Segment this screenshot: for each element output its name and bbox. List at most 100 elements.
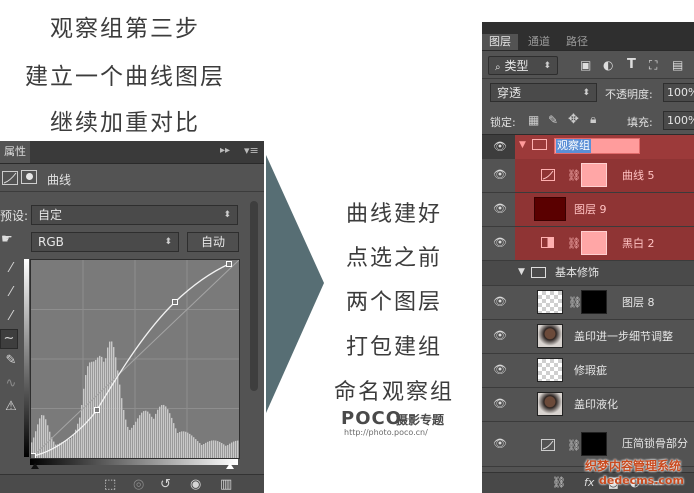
black-point-slider[interactable]: [31, 463, 39, 469]
properties-bottom-bar: ⬚ ◎ ↺ ◉ ▥: [0, 474, 264, 493]
histogram-bar: [69, 439, 71, 458]
channel-dropdown[interactable]: RGB ⬍: [31, 232, 179, 252]
layer-mask-thumbnail[interactable]: [581, 231, 607, 255]
layer-name: 图层 8: [622, 296, 655, 309]
tab-layers[interactable]: 图层: [482, 34, 518, 50]
smooth-icon[interactable]: ∿: [0, 374, 22, 394]
histogram-bar: [221, 443, 223, 458]
trash-icon[interactable]: ▥: [220, 477, 232, 493]
mask-icon[interactable]: [21, 170, 37, 184]
visibility-eye-icon[interactable]: 👁︎: [493, 330, 507, 342]
histogram-bar: [217, 441, 219, 458]
visibility-eye-icon[interactable]: 👁︎: [493, 237, 507, 249]
histogram-bar: [149, 413, 151, 458]
tab-paths[interactable]: 路径: [566, 34, 588, 50]
curve-edit-tool-icon[interactable]: ∼: [0, 329, 18, 349]
layer-thumbnail-transparent[interactable]: [537, 290, 563, 314]
curve-control-point[interactable]: [94, 407, 100, 413]
curve-control-point[interactable]: [172, 299, 178, 305]
auto-button[interactable]: 自动: [187, 232, 239, 252]
visibility-eye-icon[interactable]: 👁︎: [493, 398, 507, 410]
lock-move-icon[interactable]: ✥: [568, 112, 579, 127]
vertical-scrollbar[interactable]: [250, 201, 258, 391]
view-previous-icon[interactable]: ◎: [133, 477, 144, 493]
histogram-bar: [229, 443, 231, 458]
chain-link-icon[interactable]: ⛓︎: [567, 169, 581, 182]
histogram-bar: [61, 442, 63, 458]
layer-name-edit-field[interactable]: 观察组: [554, 138, 640, 154]
filter-smart-icon[interactable]: ▤: [672, 58, 683, 72]
histogram-bar: [215, 440, 217, 458]
layer-filter-dropdown[interactable]: ⌕ 类型 ⬍: [488, 56, 558, 75]
clip-to-layer-icon[interactable]: ⬚: [104, 477, 116, 493]
curve-control-point[interactable]: [31, 453, 36, 459]
curve-line[interactable]: [32, 263, 230, 457]
layer-row-layer-8[interactable]: 👁︎ ⛓︎ 图层 8: [482, 286, 694, 320]
lock-paint-icon[interactable]: ✎: [548, 113, 558, 127]
histogram-bar: [103, 361, 105, 458]
histogram-bar: [235, 440, 237, 458]
visibility-eye-icon[interactable]: 👁︎: [493, 169, 507, 181]
layer-row-liquify-stamp[interactable]: 👁︎ 盖印液化: [482, 388, 694, 422]
group-expand-arrow-icon[interactable]: ▼: [518, 267, 525, 277]
layer-row-bw-2[interactable]: 👁︎ ⛓︎ 黑白 2: [482, 227, 694, 261]
chain-link-icon[interactable]: ⛓︎: [567, 237, 581, 250]
visibility-eye-icon[interactable]: 👁︎: [493, 296, 507, 308]
opacity-field[interactable]: 100%: [663, 83, 694, 102]
lock-all-icon[interactable]: 🔒︎: [590, 112, 596, 127]
preset-dropdown[interactable]: 自定 ⬍: [31, 205, 238, 225]
filter-type-icon[interactable]: T: [627, 57, 636, 72]
chain-link-icon[interactable]: ⛓︎: [568, 296, 582, 309]
layer-mask-thumbnail[interactable]: [581, 432, 607, 456]
histogram-bar: [37, 424, 39, 458]
histogram-bar: [187, 432, 189, 458]
histogram-bar: [143, 411, 145, 458]
chevron-updown-icon: ⬍: [164, 237, 172, 247]
layer-mask-thumbnail[interactable]: [581, 290, 607, 314]
panel-menu-icon[interactable]: ▾≡: [244, 144, 259, 157]
histogram-bar: [87, 366, 89, 458]
white-point-slider[interactable]: [226, 463, 234, 469]
blend-mode-dropdown[interactable]: 穿透 ⬍: [490, 83, 597, 102]
eyedropper-black-icon[interactable]: ⁄: [0, 259, 22, 279]
caption-create-curves: 建立一个曲线图层: [25, 64, 225, 90]
fill-field[interactable]: 100%: [663, 111, 694, 130]
layer-row-group-basic[interactable]: ▼ 基本修饰: [482, 261, 694, 286]
pencil-icon[interactable]: ✎: [0, 351, 22, 371]
chain-link-icon[interactable]: ⛓︎: [567, 439, 581, 452]
lock-transparent-icon[interactable]: ▦: [528, 113, 539, 127]
group-expand-arrow-icon[interactable]: ▼: [519, 140, 526, 150]
histogram-bar: [77, 423, 79, 458]
layer-thumbnail-photo[interactable]: [537, 392, 563, 416]
layer-thumbnail-transparent[interactable]: [537, 358, 563, 382]
layer-mask-thumbnail[interactable]: [581, 163, 607, 187]
layer-row-group-observe[interactable]: 👁︎ ▼ 观察组: [482, 135, 694, 160]
filter-adjustment-icon[interactable]: ◐: [603, 58, 613, 72]
link-layers-icon[interactable]: ⛓︎: [552, 476, 566, 489]
layer-thumbnail-dark-red[interactable]: [534, 197, 566, 221]
layer-row-curves-5[interactable]: 👁︎ ⛓︎ 曲线 5: [482, 159, 694, 193]
layer-row-detail-stamp[interactable]: 👁︎ 盖印进一步细节调整: [482, 320, 694, 354]
curves-graph[interactable]: [30, 259, 240, 459]
visibility-eye-icon[interactable]: 👁︎: [493, 203, 507, 215]
reset-icon[interactable]: ↺: [160, 477, 171, 493]
filter-shape-icon[interactable]: ⛶: [649, 58, 657, 73]
visibility-eye-icon[interactable]: 👁︎: [493, 438, 507, 450]
histogram-bar: [193, 437, 195, 458]
curve-control-point[interactable]: [226, 261, 232, 267]
visibility-eye-icon[interactable]: 👁︎: [493, 364, 507, 376]
warning-icon[interactable]: ⚠: [0, 397, 22, 417]
eyedropper-white-icon[interactable]: ⁄: [0, 307, 22, 327]
layer-thumbnail-photo[interactable]: [537, 324, 563, 348]
layer-row-blemish[interactable]: 👁︎ 修瑕疵: [482, 354, 694, 388]
eyedropper-gray-icon[interactable]: ⁄: [0, 283, 22, 303]
histogram-bar: [65, 440, 67, 458]
collapse-icon[interactable]: ▸▸: [220, 145, 230, 156]
visibility-eye-icon[interactable]: ◉: [190, 477, 201, 493]
filter-pixel-icon[interactable]: ▣: [580, 58, 591, 72]
layer-row-layer-9[interactable]: 👁︎ 图层 9: [482, 193, 694, 227]
tab-properties[interactable]: 属性: [0, 141, 30, 163]
tab-channels[interactable]: 通道: [528, 34, 550, 50]
hand-tool-icon[interactable]: ☛: [1, 232, 13, 247]
visibility-eye-icon[interactable]: 👁︎: [493, 141, 507, 153]
